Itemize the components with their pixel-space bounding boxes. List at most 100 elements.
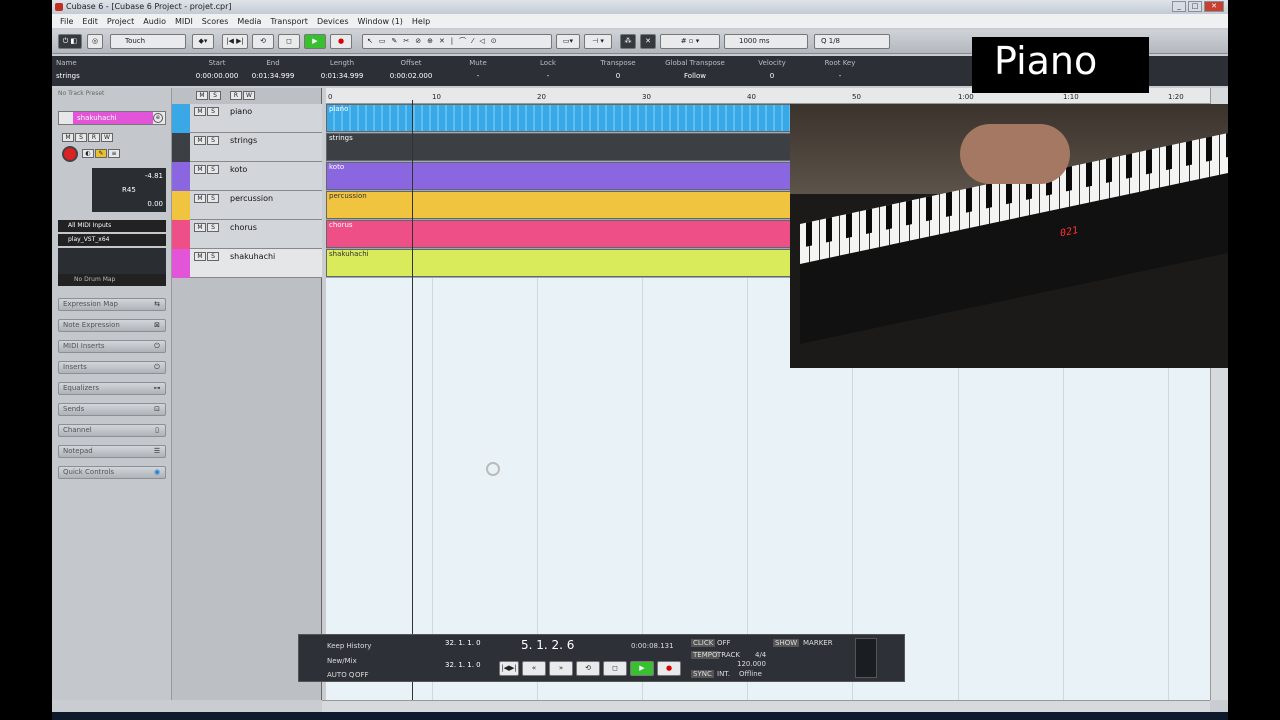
primary-time-display[interactable]: 5. 1. 2. 6	[521, 638, 574, 652]
menu-scores[interactable]: Scores	[202, 17, 229, 26]
history-label[interactable]: Keep History	[327, 642, 371, 650]
stop-button[interactable]: ◻	[278, 34, 300, 49]
info-transpose[interactable]: Transpose 0	[594, 59, 642, 80]
rewind-button[interactable]: «	[522, 661, 546, 676]
menu-media[interactable]: Media	[237, 17, 261, 26]
event-koto[interactable]: koto	[326, 162, 792, 190]
global-mute-button[interactable]: M	[196, 91, 208, 100]
menu-audio[interactable]: Audio	[143, 17, 166, 26]
solo-button[interactable]: S	[75, 133, 87, 142]
track-row[interactable]: M Sstrings	[172, 133, 322, 162]
global-write-button[interactable]: W	[243, 91, 255, 100]
transport-record-button[interactable]: ●	[657, 661, 681, 676]
info-lock[interactable]: Lock -	[528, 59, 568, 80]
edit-instrument-icon[interactable]: e	[153, 113, 163, 123]
menu-transport[interactable]: Transport	[270, 17, 308, 26]
cycle-button[interactable]: ⟲	[252, 34, 274, 49]
menu-window[interactable]: Window (1)	[357, 17, 402, 26]
section-equalizers[interactable]: Equalizers ⊶	[58, 382, 166, 395]
pan-value[interactable]: R45	[122, 186, 136, 194]
sync-button[interactable]: SYNC	[691, 670, 714, 678]
transport-stop-button[interactable]: ◻	[603, 661, 627, 676]
play-button[interactable]: ▶	[304, 34, 326, 49]
inspector-track-name[interactable]: shakuhachi	[73, 112, 153, 124]
auto-quantize-label[interactable]: AUTO Q	[327, 671, 354, 679]
left-locator[interactable]: 32. 1. 1. 0	[445, 639, 481, 647]
show-markers-button[interactable]: SHOW	[773, 639, 800, 647]
track-row[interactable]: M Spiano	[172, 104, 322, 133]
tempo-value[interactable]: 120.000	[737, 660, 766, 668]
global-read-button[interactable]: R	[230, 91, 242, 100]
menu-midi[interactable]: MIDI	[175, 17, 193, 26]
tempo-button[interactable]: TEMPO	[691, 651, 720, 659]
read-button[interactable]: R	[88, 133, 100, 142]
automation-panel-button[interactable]: ◆▾	[192, 34, 214, 49]
input-routing-select[interactable]: All MIDI Inputs	[58, 220, 166, 232]
project-cursor[interactable]	[412, 100, 413, 700]
time-signature[interactable]: 4/4	[755, 651, 766, 659]
delay-value[interactable]: 0.00	[147, 200, 163, 208]
track-name[interactable]: chorus	[230, 223, 257, 232]
section-inserts[interactable]: Inserts ⏻	[58, 361, 166, 374]
horizontal-scrollbar[interactable]	[322, 700, 1210, 712]
section-channel[interactable]: Channel ▯	[58, 424, 166, 437]
info-length[interactable]: Length 0:01:34.999	[318, 59, 366, 80]
info-end[interactable]: End 0:01:34.999	[250, 59, 296, 80]
section-note-expression[interactable]: Note Expression ⊠	[58, 319, 166, 332]
monitor-button[interactable]: ◐	[82, 149, 94, 158]
right-locator[interactable]: 32. 1. 1. 0	[445, 661, 481, 669]
mix-label[interactable]: New/Mix	[327, 657, 357, 665]
info-offset[interactable]: Offset 0:00:02.000	[386, 59, 436, 80]
close-button[interactable]: ✕	[1204, 1, 1224, 12]
output-routing-select[interactable]: play_VST_x64	[58, 234, 166, 246]
tool-buttons[interactable]: ↖▭✎✂⊘⊕✕|⌒⁄◁⊙	[362, 34, 552, 49]
event-percussion[interactable]: percussion	[326, 191, 792, 219]
track-name[interactable]: percussion	[230, 194, 273, 203]
event-piano[interactable]: piano	[326, 104, 792, 132]
track-preset-label[interactable]: No Track Preset	[58, 90, 104, 97]
info-mute[interactable]: Mute -	[458, 59, 498, 80]
constrain-delay-button[interactable]: ◎	[87, 34, 103, 49]
grid-type-select[interactable]: # ▫ ▾	[660, 34, 720, 49]
click-button[interactable]: CLICK	[691, 639, 716, 647]
section-notepad[interactable]: Notepad ☰	[58, 445, 166, 458]
track-row-selected[interactable]: M Sshakuhachi	[172, 249, 322, 278]
transport-play-button[interactable]: ▶	[630, 661, 654, 676]
info-velocity[interactable]: Velocity 0	[750, 59, 794, 80]
track-name[interactable]: piano	[230, 107, 252, 116]
info-root-key[interactable]: Root Key -	[820, 59, 860, 80]
lane-button[interactable]: ≡	[108, 149, 120, 158]
record-button[interactable]: ●	[330, 34, 352, 49]
quantize-select[interactable]: Q 1/8	[814, 34, 890, 49]
record-enable-button[interactable]	[62, 146, 78, 162]
snap-zero-button[interactable]: ✕	[640, 34, 656, 49]
menu-edit[interactable]: Edit	[82, 17, 98, 26]
menu-file[interactable]: File	[60, 17, 73, 26]
info-start[interactable]: Start 0:00:00.000	[192, 59, 242, 80]
maximize-button[interactable]: □	[1188, 1, 1202, 12]
autoscroll-button[interactable]: ⊣ ▾	[584, 34, 612, 49]
info-global-transpose[interactable]: Global Transpose Follow	[660, 59, 730, 80]
goto-start-end-button[interactable]: |◀ ▶|	[222, 34, 248, 49]
track-row[interactable]: M Skoto	[172, 162, 322, 191]
menu-help[interactable]: Help	[412, 17, 430, 26]
section-quick-controls[interactable]: Quick Controls ◉	[58, 466, 166, 479]
write-button[interactable]: W	[101, 133, 113, 142]
section-midi-inserts[interactable]: MIDI Inserts ⏻	[58, 340, 166, 353]
auto-quantize-state[interactable]: OFF	[355, 671, 369, 679]
mute-button[interactable]: M	[62, 133, 74, 142]
secondary-time-display[interactable]: 0:00:08.131	[631, 642, 674, 650]
track-name[interactable]: shakuhachi	[230, 252, 275, 261]
track-name[interactable]: strings	[230, 136, 257, 145]
menu-project[interactable]: Project	[107, 17, 134, 26]
snap-button[interactable]: ⁂	[620, 34, 636, 49]
menu-devices[interactable]: Devices	[317, 17, 349, 26]
event-chorus[interactable]: chorus	[326, 220, 792, 248]
volume-value[interactable]: -4.81	[145, 172, 163, 180]
section-expression-map[interactable]: Expression Map ⇆	[58, 298, 166, 311]
track-name[interactable]: koto	[230, 165, 247, 174]
edit-button[interactable]: ✎	[95, 149, 107, 158]
drum-map-select[interactable]: No Drum Map	[58, 274, 166, 286]
info-name[interactable]: Name strings	[56, 59, 80, 80]
transport-cycle-button[interactable]: ⟲	[576, 661, 600, 676]
